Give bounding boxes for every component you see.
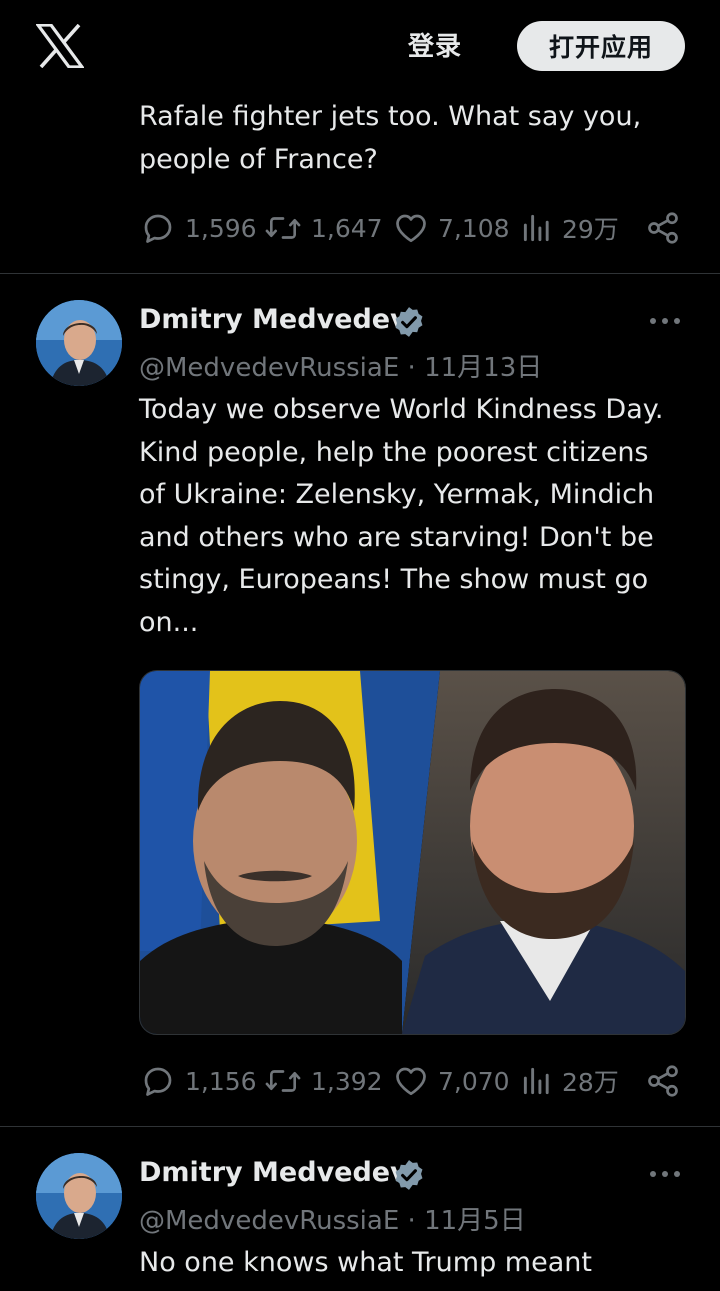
reply-icon (144, 1067, 172, 1096)
tweet-text: Rafale fighter jets too. What say you, p… (139, 101, 642, 175)
reply-button[interactable]: 1,156 (140, 1059, 257, 1103)
views-icon (523, 1067, 549, 1095)
share-button[interactable] (645, 1059, 681, 1103)
like-button[interactable]: 7,108 (393, 206, 510, 250)
reply-count: 1,156 (185, 1066, 257, 1096)
login-link[interactable]: 登录 (408, 26, 462, 63)
more-options-icon[interactable] (648, 316, 682, 326)
tweet-actions: 1,596 1,647 7,108 29万 (140, 206, 685, 250)
repost-icon (265, 217, 301, 239)
views-icon (523, 214, 549, 242)
share-icon (648, 212, 678, 244)
repost-count: 1,392 (311, 1066, 383, 1096)
author-name[interactable]: Dmitry Medvedev (139, 1157, 408, 1188)
tweet-text: Today we observe World Kindness Day. Kin… (139, 394, 664, 638)
share-button[interactable] (645, 206, 681, 250)
top-bar: 登录 打开应用 (0, 0, 720, 96)
repost-button[interactable]: 1,647 (264, 206, 383, 250)
like-count: 7,070 (438, 1066, 510, 1096)
views-button[interactable]: 28万 (521, 1059, 619, 1103)
views-button[interactable]: 29万 (521, 206, 619, 250)
tweet-text: No one knows what Trump meant (139, 1247, 592, 1278)
divider (0, 1126, 720, 1127)
repost-button[interactable]: 1,392 (264, 1059, 383, 1103)
separator: · (407, 1206, 416, 1236)
media-photo (140, 671, 685, 1034)
verified-badge-icon (395, 307, 423, 337)
tweet-date[interactable]: 11月13日 (424, 353, 542, 383)
heart-icon (396, 1067, 426, 1096)
avatar[interactable] (36, 300, 122, 386)
avatar[interactable] (36, 1153, 122, 1239)
views-count: 29万 (562, 215, 619, 244)
tweet-date[interactable]: 11月5日 (424, 1206, 526, 1236)
handle-line: @MedvedevRussiaE · 11月5日 (139, 1200, 526, 1237)
repost-count: 1,647 (311, 213, 383, 243)
reply-button[interactable]: 1,596 (140, 206, 257, 250)
avatar-image (36, 1153, 122, 1239)
author-name[interactable]: Dmitry Medvedev (139, 304, 408, 335)
tweet-actions: 1,156 1,392 7,070 28万 (140, 1059, 685, 1103)
like-count: 7,108 (438, 213, 510, 243)
separator: · (407, 353, 416, 383)
author-handle[interactable]: @MedvedevRussiaE (139, 1206, 399, 1236)
repost-icon (265, 1070, 301, 1092)
more-options-icon[interactable] (648, 1169, 682, 1179)
open-app-button[interactable]: 打开应用 (517, 21, 685, 71)
x-logo-icon[interactable] (36, 24, 84, 68)
handle-line: @MedvedevRussiaE · 11月13日 (139, 347, 542, 384)
views-count: 28万 (562, 1068, 619, 1097)
tweet-media-image[interactable] (139, 670, 686, 1035)
reply-icon (144, 214, 172, 243)
author-handle[interactable]: @MedvedevRussiaE (139, 353, 399, 383)
share-icon (648, 1065, 678, 1097)
avatar-image (36, 300, 122, 386)
heart-icon (396, 214, 426, 243)
divider (0, 273, 720, 274)
verified-badge-icon (395, 1160, 423, 1190)
reply-count: 1,596 (185, 213, 257, 243)
like-button[interactable]: 7,070 (393, 1059, 510, 1103)
